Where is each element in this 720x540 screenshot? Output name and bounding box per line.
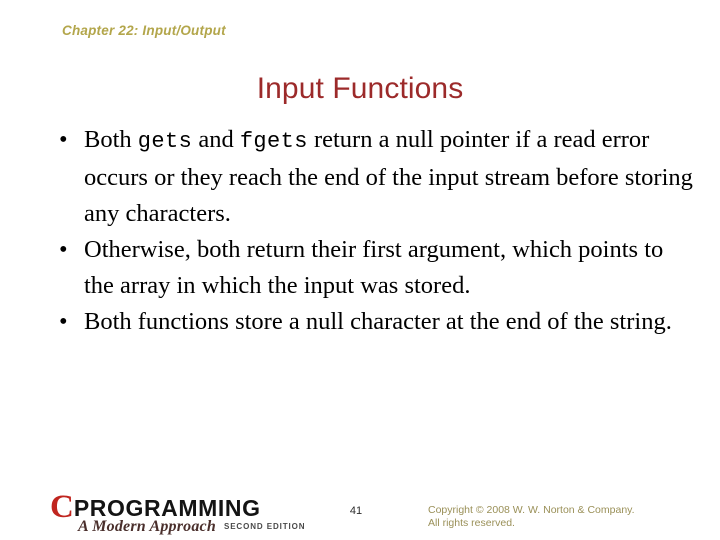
logo-title-row: CPROGRAMMING [50, 489, 261, 525]
copyright-notice: Copyright © 2008 W. W. Norton & Company.… [428, 504, 708, 530]
code-token-fgets: fgets [239, 129, 308, 154]
bullet-marker: • [59, 236, 68, 263]
list-item-text: Otherwise, both return their first argum… [84, 236, 664, 299]
list-item-text: Both gets and fgets return a null pointe… [84, 126, 693, 227]
slide: Chapter 22: Input/Output Input Functions… [0, 0, 720, 540]
logo-subtitle-row: A Modern Approach SECOND EDITION [78, 518, 305, 536]
list-item-text: Both functions store a null character at… [84, 308, 672, 335]
text-segment: Both [84, 126, 138, 153]
book-logo: CPROGRAMMING A Modern Approach SECOND EDI… [50, 489, 310, 536]
chapter-header: Chapter 22: Input/Output [62, 23, 226, 38]
text-segment: and [192, 126, 240, 153]
bullet-marker: • [59, 126, 68, 153]
code-token-gets: gets [137, 129, 193, 154]
list-item: • Both functions store a null character … [46, 304, 694, 340]
copyright-line-1: Copyright © 2008 W. W. Norton & Company. [428, 504, 635, 516]
page-title: Input Functions [256, 72, 464, 105]
logo-edition: SECOND EDITION [223, 522, 306, 531]
logo-subtitle: A Modern Approach [78, 518, 216, 535]
bullet-list: • Both gets and fgets return a null poin… [46, 122, 694, 340]
list-item: • Both gets and fgets return a null poin… [46, 122, 694, 232]
copyright-line-2: All rights reserved. [428, 517, 515, 529]
list-item: • Otherwise, both return their first arg… [46, 232, 694, 304]
logo-c-letter: C [50, 489, 74, 525]
page-number: 41 [349, 505, 363, 517]
bullet-marker: • [59, 308, 68, 335]
